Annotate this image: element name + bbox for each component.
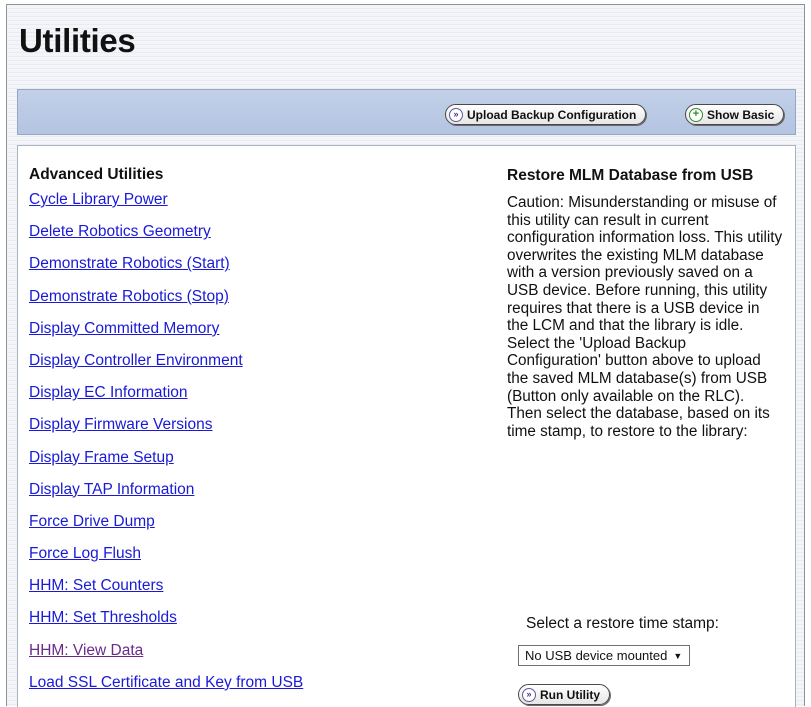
utilities-window: Utilities » Upload Backup Configuration …	[6, 4, 805, 707]
caution-text: Caution: Misunderstanding or misuse of t…	[507, 194, 783, 440]
content-panel: Advanced Utilities Cycle Library Power D…	[17, 145, 796, 707]
link-display-firmware-versions[interactable]: Display Firmware Versions	[29, 416, 212, 433]
link-hhm-set-thresholds[interactable]: HHM: Set Thresholds	[29, 609, 177, 626]
link-display-committed-memory[interactable]: Display Committed Memory	[29, 320, 219, 337]
link-delete-robotics-geometry[interactable]: Delete Robotics Geometry	[29, 223, 211, 240]
link-hhm-view-data[interactable]: HHM: View Data	[29, 642, 143, 659]
restore-time-stamp-label: Select a restore time stamp:	[526, 615, 719, 632]
show-basic-button[interactable]: + Show Basic	[685, 104, 785, 125]
link-hhm-set-counters[interactable]: HHM: Set Counters	[29, 577, 163, 594]
link-demonstrate-robotics-stop[interactable]: Demonstrate Robotics (Stop)	[29, 288, 229, 305]
link-display-frame-setup[interactable]: Display Frame Setup	[29, 449, 174, 466]
show-basic-label: Show Basic	[707, 107, 775, 122]
link-load-ssl-certificate[interactable]: Load SSL Certificate and Key from USB	[29, 674, 303, 691]
run-utility-button[interactable]: » Run Utility	[518, 684, 610, 705]
link-force-log-flush[interactable]: Force Log Flush	[29, 545, 141, 562]
double-chevron-right-icon: »	[449, 107, 463, 122]
double-chevron-right-icon: »	[522, 687, 536, 702]
link-demonstrate-robotics-start[interactable]: Demonstrate Robotics (Start)	[29, 255, 230, 272]
link-display-controller-environment[interactable]: Display Controller Environment	[29, 352, 243, 369]
upload-backup-configuration-label: Upload Backup Configuration	[467, 107, 637, 122]
page-title: Utilities	[19, 22, 136, 59]
triangle-down-icon: ▼	[673, 650, 683, 661]
advanced-utilities-column: Advanced Utilities Cycle Library Power D…	[29, 166, 469, 706]
link-display-tap-information[interactable]: Display TAP Information	[29, 481, 194, 498]
advanced-utilities-heading: Advanced Utilities	[29, 166, 164, 183]
link-cycle-library-power[interactable]: Cycle Library Power	[29, 191, 168, 208]
restore-mlm-title: Restore MLM Database from USB	[507, 167, 754, 184]
plus-circle-icon: +	[689, 107, 703, 122]
restore-time-stamp-value: No USB device mounted	[525, 648, 668, 663]
utility-link-list: Cycle Library Power Delete Robotics Geom…	[29, 191, 469, 706]
run-utility-label: Run Utility	[540, 687, 600, 702]
link-display-ec-information[interactable]: Display EC Information	[29, 384, 188, 401]
restore-time-stamp-select[interactable]: No USB device mounted ▼	[518, 645, 691, 666]
upload-backup-configuration-button[interactable]: » Upload Backup Configuration	[445, 104, 647, 125]
restore-mlm-panel: Restore MLM Database from USB Caution: M…	[507, 166, 787, 705]
link-force-drive-dump[interactable]: Force Drive Dump	[29, 513, 155, 530]
toolbar: » Upload Backup Configuration + Show Bas…	[17, 89, 796, 135]
